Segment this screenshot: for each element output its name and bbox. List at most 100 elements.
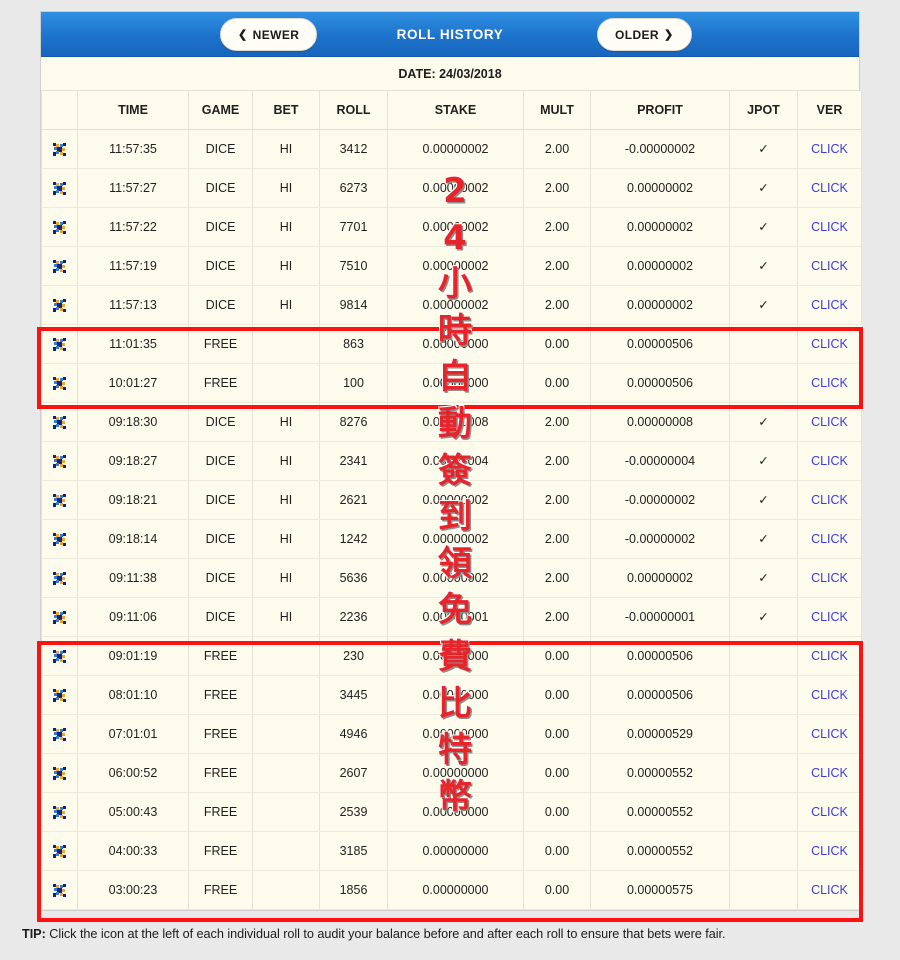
cell-game: DICE xyxy=(188,440,253,481)
verify-click-link[interactable]: CLICK xyxy=(811,337,848,351)
cell-ver[interactable]: CLICK xyxy=(797,245,862,286)
scatter-x-icon[interactable] xyxy=(53,571,66,585)
scatter-x-icon[interactable] xyxy=(53,181,66,195)
row-audit-icon-cell[interactable] xyxy=(41,713,78,754)
cell-ver[interactable]: CLICK xyxy=(797,284,862,325)
row-audit-icon-cell[interactable] xyxy=(41,869,78,910)
row-audit-icon-cell[interactable] xyxy=(41,440,78,481)
scatter-x-icon[interactable] xyxy=(53,688,66,702)
cell-ver[interactable]: CLICK xyxy=(797,752,862,793)
verify-click-link[interactable]: CLICK xyxy=(811,805,848,819)
row-audit-icon-cell[interactable] xyxy=(41,206,78,247)
verify-click-link[interactable]: CLICK xyxy=(811,727,848,741)
cell-ver[interactable]: CLICK xyxy=(797,323,862,364)
scatter-x-icon[interactable] xyxy=(53,610,66,624)
cell-ver[interactable]: CLICK xyxy=(797,791,862,832)
cell-ver[interactable]: CLICK xyxy=(797,596,862,637)
cell-ver[interactable]: CLICK xyxy=(797,674,862,715)
row-audit-icon-cell[interactable] xyxy=(41,674,78,715)
cell-stake: 0.00000002 xyxy=(387,479,524,520)
verify-click-link[interactable]: CLICK xyxy=(811,610,848,624)
cell-stake: 0.00000000 xyxy=(387,713,524,754)
cell-ver[interactable]: CLICK xyxy=(797,869,862,910)
cell-bet: HI xyxy=(252,518,320,559)
verify-click-link[interactable]: CLICK xyxy=(811,493,848,507)
cell-ver[interactable]: CLICK xyxy=(797,440,862,481)
row-audit-icon-cell[interactable] xyxy=(41,128,78,169)
verify-click-link[interactable]: CLICK xyxy=(811,220,848,234)
verify-click-link[interactable]: CLICK xyxy=(811,454,848,468)
cell-ver[interactable]: CLICK xyxy=(797,557,862,598)
verify-click-link[interactable]: CLICK xyxy=(811,415,848,429)
older-button[interactable]: OLDER ❯ xyxy=(597,18,692,51)
row-audit-icon-cell[interactable] xyxy=(41,791,78,832)
row-audit-icon-cell[interactable] xyxy=(41,323,78,364)
cell-bet: HI xyxy=(252,557,320,598)
scatter-x-icon[interactable] xyxy=(53,220,66,234)
verify-click-link[interactable]: CLICK xyxy=(811,532,848,546)
cell-ver[interactable]: CLICK xyxy=(797,713,862,754)
cell-jpot: ✓ xyxy=(729,557,798,598)
scatter-x-icon[interactable] xyxy=(53,298,66,312)
cell-ver[interactable]: CLICK xyxy=(797,635,862,676)
scatter-x-icon[interactable] xyxy=(53,766,66,780)
verify-click-link[interactable]: CLICK xyxy=(811,298,848,312)
cell-roll: 1242 xyxy=(319,518,388,559)
cell-ver[interactable]: CLICK xyxy=(797,167,862,208)
column-header-profit: PROFIT xyxy=(590,91,730,130)
row-audit-icon-cell[interactable] xyxy=(41,518,78,559)
row-audit-icon-cell[interactable] xyxy=(41,557,78,598)
verify-click-link[interactable]: CLICK xyxy=(811,844,848,858)
verify-click-link[interactable]: CLICK xyxy=(811,259,848,273)
scatter-x-icon[interactable] xyxy=(53,415,66,429)
scatter-x-icon[interactable] xyxy=(53,532,66,546)
scatter-x-icon[interactable] xyxy=(53,376,66,390)
row-audit-icon-cell[interactable] xyxy=(41,401,78,442)
verify-click-link[interactable]: CLICK xyxy=(811,883,848,897)
verify-click-link[interactable]: CLICK xyxy=(811,376,848,390)
cell-ver[interactable]: CLICK xyxy=(797,479,862,520)
cell-jpot: ✓ xyxy=(729,596,798,637)
cell-ver[interactable]: CLICK xyxy=(797,830,862,871)
row-audit-icon-cell[interactable] xyxy=(41,284,78,325)
scatter-x-icon[interactable] xyxy=(53,727,66,741)
scatter-x-icon[interactable] xyxy=(53,337,66,351)
verify-click-link[interactable]: CLICK xyxy=(811,181,848,195)
verify-click-link[interactable]: CLICK xyxy=(811,649,848,663)
table-row: 07:01:01 FREE 4946 0.00000000 0.00 0.00000529… xyxy=(41,713,862,754)
cell-ver[interactable]: CLICK xyxy=(797,206,862,247)
scatter-x-icon[interactable] xyxy=(53,883,66,897)
scatter-x-icon[interactable] xyxy=(53,142,66,156)
verify-click-link[interactable]: CLICK xyxy=(811,571,848,585)
column-header-mult: MULT xyxy=(523,91,591,130)
scatter-x-icon[interactable] xyxy=(53,259,66,273)
scatter-x-icon[interactable] xyxy=(53,493,66,507)
scatter-x-icon[interactable] xyxy=(53,844,66,858)
cell-profit: 0.00000002 xyxy=(590,284,730,325)
verify-click-link[interactable]: CLICK xyxy=(811,766,848,780)
row-audit-icon-cell[interactable] xyxy=(41,635,78,676)
scatter-x-icon[interactable] xyxy=(53,805,66,819)
cell-jpot xyxy=(729,752,798,793)
row-audit-icon-cell[interactable] xyxy=(41,752,78,793)
table-row: 11:57:13 DICE HI 9814 0.00000002 2.00 0.000000… xyxy=(41,284,862,325)
cell-mult: 2.00 xyxy=(523,167,591,208)
cell-game: DICE xyxy=(188,245,253,286)
table-body: 11:57:35 DICE HI 3412 0.00000002 2.00 -0.00000… xyxy=(41,128,862,910)
cell-ver[interactable]: CLICK xyxy=(797,518,862,559)
verify-click-link[interactable]: CLICK xyxy=(811,142,848,156)
cell-time: 09:18:30 xyxy=(77,401,189,442)
cell-mult: 0.00 xyxy=(523,830,591,871)
verify-click-link[interactable]: CLICK xyxy=(811,688,848,702)
row-audit-icon-cell[interactable] xyxy=(41,362,78,403)
row-audit-icon-cell[interactable] xyxy=(41,245,78,286)
scatter-x-icon[interactable] xyxy=(53,454,66,468)
row-audit-icon-cell[interactable] xyxy=(41,479,78,520)
cell-ver[interactable]: CLICK xyxy=(797,128,862,169)
row-audit-icon-cell[interactable] xyxy=(41,596,78,637)
row-audit-icon-cell[interactable] xyxy=(41,830,78,871)
cell-ver[interactable]: CLICK xyxy=(797,362,862,403)
row-audit-icon-cell[interactable] xyxy=(41,167,78,208)
scatter-x-icon[interactable] xyxy=(53,649,66,663)
cell-ver[interactable]: CLICK xyxy=(797,401,862,442)
